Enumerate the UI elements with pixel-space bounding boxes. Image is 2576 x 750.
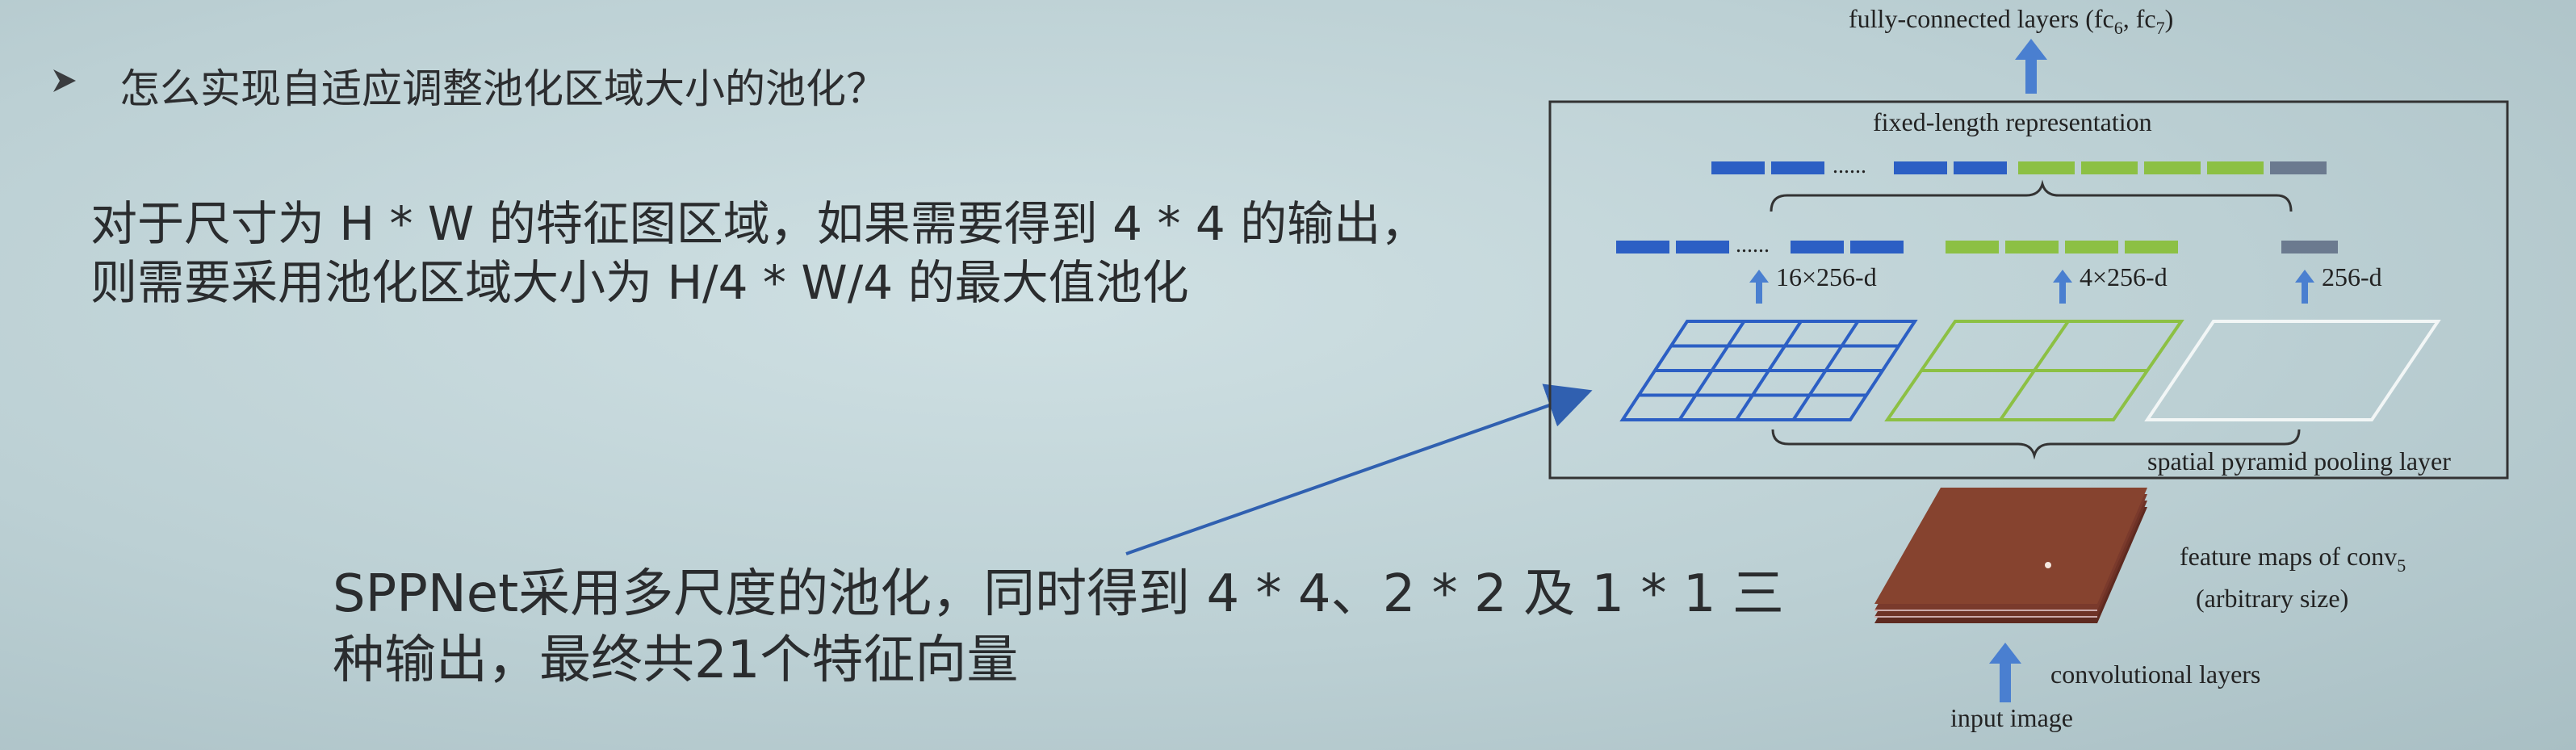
up-arrow-icon: [2295, 270, 2314, 304]
feature-maps-label: feature maps of conv5: [2180, 542, 2406, 576]
arbitrary-size-label: (arbitrary size): [2196, 584, 2348, 613]
dim-4-label: 4×256-d: [2080, 262, 2168, 291]
pooling-grid-1x1: [2144, 320, 2441, 421]
top-brace: [1770, 179, 2293, 212]
up-arrow-icon: [1989, 643, 2021, 702]
svg-text:......: ......: [1833, 153, 1866, 178]
dim-1-label: 256-d: [2322, 262, 2382, 291]
fixed-length-label: fixed-length representation: [1873, 107, 2152, 136]
pooling-grid-4x4: [1619, 320, 1918, 421]
spp-layer-label: spatial pyramid pooling layer: [2147, 446, 2451, 476]
dim-16-label: 16×256-d: [1776, 262, 1877, 291]
pointer-line: [1125, 383, 1593, 555]
pooled-bars: ......: [1616, 233, 2338, 258]
input-image-label: input image: [1950, 703, 2073, 732]
svg-text:......: ......: [1736, 233, 1770, 258]
pooling-grid-2x2: [1884, 320, 2184, 421]
up-arrow-icon: [1749, 270, 1769, 304]
fixed-length-bars: ......: [1711, 153, 2327, 178]
up-arrow-icon: [2015, 39, 2047, 94]
conv-layers-label: convolutional layers: [2050, 660, 2260, 689]
sppnet-diagram: fully-connected layers (fc6, fc7) fixed-…: [1125, 4, 2509, 732]
fc-layers-label: fully-connected layers (fc6, fc7): [1849, 4, 2173, 38]
up-arrow-icon: [2053, 270, 2072, 304]
feature-maps-stack: [1874, 488, 2147, 623]
